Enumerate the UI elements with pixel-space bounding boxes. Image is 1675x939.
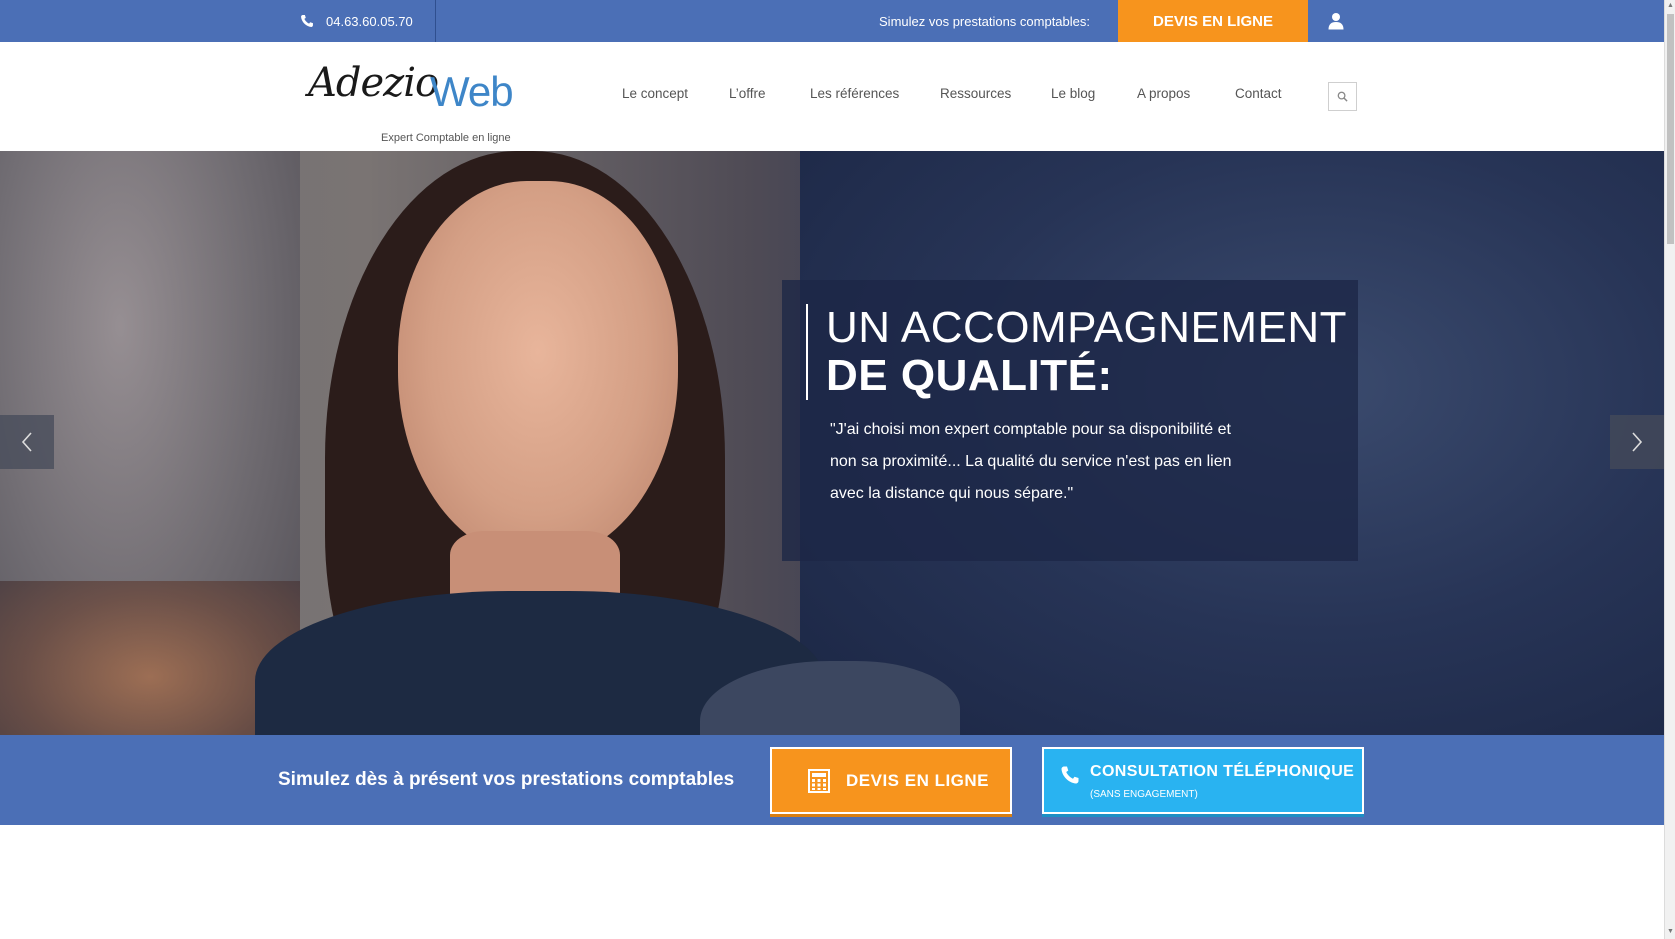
site-header: Adezio Web Expert Comptable en ligne Le … — [0, 42, 1664, 151]
nav-item-a-propos[interactable]: A propos — [1137, 86, 1190, 101]
phone-icon — [1061, 766, 1079, 784]
phone-icon — [301, 15, 313, 27]
testimonial-box: UN ACCOMPAGNEMENT DE QUALITÉ: "J'ai choi… — [782, 280, 1358, 561]
scroll-up-icon[interactable]: ▲ — [1667, 2, 1674, 10]
nav-item-contact[interactable]: Contact — [1235, 86, 1282, 101]
testimonial-title-line1: UN ACCOMPAGNEMENT — [826, 303, 1348, 352]
top-bar: 04.63.60.05.70 Simulez vos prestations c… — [0, 0, 1664, 42]
devis-en-ligne-button[interactable]: DEVIS EN LIGNE — [770, 747, 1012, 814]
nav-item-blog[interactable]: Le blog — [1051, 86, 1095, 101]
main-nav: Le concept L’offre Les références Ressou… — [0, 42, 1300, 151]
consultation-telephonique-button[interactable]: CONSULTATION TÉLÉPHONIQUE (SANS ENGAGEME… — [1042, 747, 1364, 814]
devis-en-ligne-top-button[interactable]: DEVIS EN LIGNE — [1118, 0, 1308, 42]
search-button[interactable] — [1328, 82, 1357, 111]
cta-text: Simulez dès à présent vos prestations co… — [278, 769, 735, 790]
slider-next-button[interactable] — [1610, 415, 1664, 469]
account-button[interactable] — [1320, 0, 1352, 42]
hero-photo-face — [398, 181, 678, 561]
testimonial-title: UN ACCOMPAGNEMENT DE QUALITÉ: — [806, 304, 1347, 400]
simulate-text: Simulez vos prestations comptables: — [879, 13, 1090, 29]
nav-item-ressources[interactable]: Ressources — [940, 86, 1011, 101]
testimonial-title-line2: DE QUALITÉ: — [826, 351, 1113, 400]
scrollbar-thumb[interactable] — [1667, 14, 1674, 244]
scroll-down-icon[interactable]: ▼ — [1667, 928, 1674, 936]
search-icon — [1337, 91, 1348, 102]
slider-prev-button[interactable] — [0, 415, 54, 469]
consultation-sublabel: (SANS ENGAGEMENT) — [1090, 789, 1198, 800]
calculator-icon — [808, 768, 830, 793]
phone-contact[interactable]: 04.63.60.05.70 — [300, 0, 436, 42]
testimonial-quote: "J'ai choisi mon expert comptable pour s… — [830, 421, 1232, 502]
devis-en-ligne-label: DEVIS EN LIGNE — [846, 770, 990, 790]
chevron-left-icon — [21, 432, 32, 452]
user-icon — [1328, 13, 1344, 30]
nav-item-offre[interactable]: L’offre — [729, 86, 766, 101]
page-scrollbar[interactable]: ▲ ▼ — [1664, 0, 1675, 939]
nav-item-concept[interactable]: Le concept — [622, 86, 688, 101]
cta-band: Simulez dès à présent vos prestations co… — [0, 735, 1664, 825]
nav-item-references[interactable]: Les références — [810, 86, 899, 101]
chevron-right-icon — [1632, 432, 1643, 452]
consultation-label: CONSULTATION TÉLÉPHONIQUE — [1090, 763, 1355, 780]
phone-number: 04.63.60.05.70 — [326, 13, 413, 29]
hero-slider: UN ACCOMPAGNEMENT DE QUALITÉ: "J'ai choi… — [0, 151, 1664, 735]
